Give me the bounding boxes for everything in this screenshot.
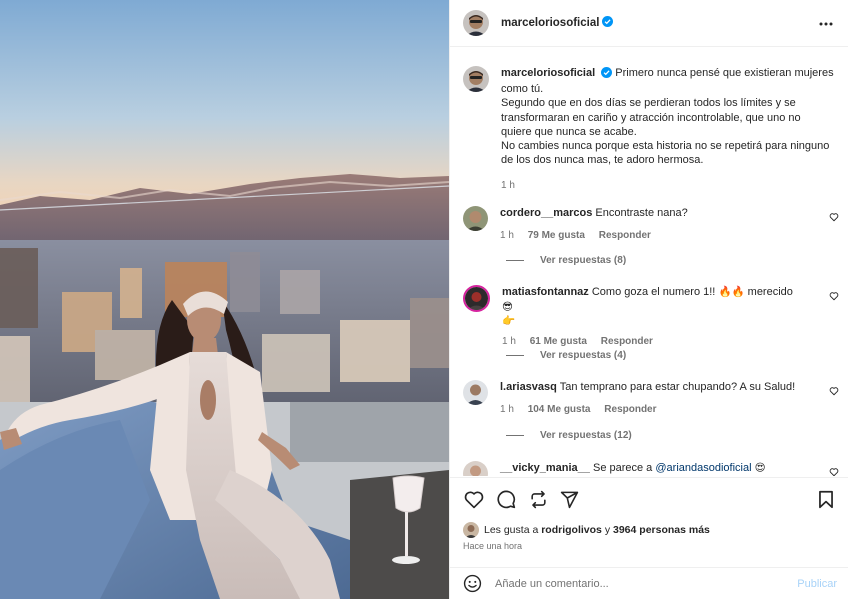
comment-input[interactable] xyxy=(495,577,775,590)
likes-count[interactable]: 3964 personas más xyxy=(613,524,710,536)
comment-like-heart-icon[interactable] xyxy=(829,386,839,399)
comment-time[interactable]: 1 h xyxy=(500,230,514,241)
reply-button[interactable]: Responder xyxy=(604,404,656,415)
add-comment-bar: Publicar xyxy=(450,567,848,599)
commenter-avatar[interactable] xyxy=(463,206,488,231)
author-avatar[interactable] xyxy=(463,10,489,36)
likes-prefix: Les gusta a xyxy=(484,524,539,536)
commenter-username[interactable]: l.ariasvasq xyxy=(500,381,557,393)
caption-text-line: Primero nunca pensé que existieran mujer… xyxy=(615,67,834,79)
comment-text: Encontraste nana? xyxy=(595,207,688,219)
more-horizontal-icon[interactable] xyxy=(816,14,836,34)
comment-item: l.ariasvasq Tan temprano para estar chup… xyxy=(463,380,843,417)
comment-like-heart-icon[interactable] xyxy=(829,467,839,476)
post-image xyxy=(0,0,449,599)
comment-likes[interactable]: 61 Me gusta xyxy=(530,336,587,347)
verified-badge-icon xyxy=(601,67,613,82)
comments-list[interactable]: marceloriosoficial Primero nunca pensé q… xyxy=(450,48,848,476)
likes-summary[interactable]: Les gusta a rodrigolivos y 3964 personas… xyxy=(463,522,710,538)
comment-text: Como goza el numero 1!! xyxy=(591,286,716,298)
comment-item: cordero__marcos Encontraste nana? 1 h 79… xyxy=(463,206,843,243)
replies-divider xyxy=(506,435,524,436)
caption-text-line: quiere que nunca se acabe. xyxy=(501,125,637,138)
caption-text-line: No cambies nunca porque esta historia no… xyxy=(501,140,830,153)
pointing-emoji: 👉 xyxy=(502,315,516,327)
repost-icon[interactable] xyxy=(527,488,549,510)
commenter-username[interactable]: matiasfontannaz xyxy=(502,286,589,298)
mention-link[interactable]: @ariandasodioficial xyxy=(655,462,751,474)
comment-text-b: merecido xyxy=(747,286,793,298)
replies-divider xyxy=(506,355,524,356)
comment-item: matiasfontannaz Como goza el numero 1!! … xyxy=(463,285,843,349)
commenter-avatar[interactable] xyxy=(463,461,488,476)
post-panel: marceloriosoficial marceloriosoficial Pr… xyxy=(449,0,848,599)
comment-likes[interactable]: 79 Me gusta xyxy=(528,230,585,241)
post-actions: Les gusta a rodrigolivos y 3964 personas… xyxy=(450,477,848,567)
view-replies-label: Ver respuestas (12) xyxy=(540,430,632,441)
replies-divider xyxy=(506,260,524,261)
caption-text-line: de los dos nunca mas, te adoro hermosa. xyxy=(501,154,704,167)
post-time[interactable]: Hace una hora xyxy=(463,541,522,551)
bookmark-icon[interactable] xyxy=(815,488,837,510)
author-username[interactable]: marceloriosoficial xyxy=(501,17,599,29)
commenter-username[interactable]: __vicky_mania__ xyxy=(500,462,590,474)
publish-button[interactable]: Publicar xyxy=(797,578,837,590)
view-replies-label: Ver respuestas (4) xyxy=(540,350,627,361)
caption-text-line: como tú. xyxy=(501,83,544,96)
post: marceloriosoficial marceloriosoficial Pr… xyxy=(0,0,848,599)
view-replies-button[interactable]: Ver respuestas (4) xyxy=(506,350,626,361)
caption-time[interactable]: 1 h xyxy=(501,179,837,193)
commenter-avatar[interactable] xyxy=(463,380,488,405)
caption-username[interactable]: marceloriosoficial xyxy=(501,67,595,79)
heart-icon[interactable] xyxy=(463,488,485,510)
comment-time[interactable]: 1 h xyxy=(500,404,514,415)
comment-like-heart-icon[interactable] xyxy=(829,212,839,225)
comment-icon[interactable] xyxy=(495,488,517,510)
comment-time[interactable]: 1 h xyxy=(502,336,516,347)
view-replies-button[interactable]: Ver respuestas (12) xyxy=(506,430,632,441)
reply-button[interactable]: Responder xyxy=(601,336,653,347)
view-replies-label: Ver respuestas (8) xyxy=(540,255,627,266)
comment-text: Se parece a xyxy=(592,462,653,474)
caption-text-line: transformaran en cariño y atracción inco… xyxy=(501,111,801,124)
post-caption: marceloriosoficial Primero nunca pensé q… xyxy=(463,66,843,194)
emoji-icon[interactable] xyxy=(463,574,482,593)
sunglasses-emoji: 😎 xyxy=(502,300,513,313)
commenter-avatar[interactable] xyxy=(463,285,490,312)
post-photo[interactable] xyxy=(0,0,449,599)
comment-like-heart-icon[interactable] xyxy=(829,291,839,304)
likes-joiner: y xyxy=(604,524,611,536)
reply-button[interactable]: Responder xyxy=(599,230,651,241)
comment-text: Tan temprano para estar chupando? A su S… xyxy=(559,381,796,393)
heart-eyes-emoji: 😍 xyxy=(754,462,766,474)
post-header: marceloriosoficial xyxy=(450,0,848,47)
fire-emoji: 🔥🔥 xyxy=(718,286,745,298)
view-replies-button[interactable]: Ver respuestas (8) xyxy=(506,255,626,266)
comment-item: __vicky_mania__ Se parece a @ariandasodi… xyxy=(463,461,843,476)
caption-text-line: Segundo que en dos días se perdieran tod… xyxy=(501,97,796,110)
liker-username[interactable]: rodrigolivos xyxy=(541,524,602,536)
send-icon[interactable] xyxy=(558,488,580,510)
comment-likes[interactable]: 104 Me gusta xyxy=(528,404,591,415)
verified-badge-icon xyxy=(602,16,614,30)
liker-avatar xyxy=(463,522,479,538)
caption-author-avatar[interactable] xyxy=(463,66,489,92)
commenter-username[interactable]: cordero__marcos xyxy=(500,207,592,219)
